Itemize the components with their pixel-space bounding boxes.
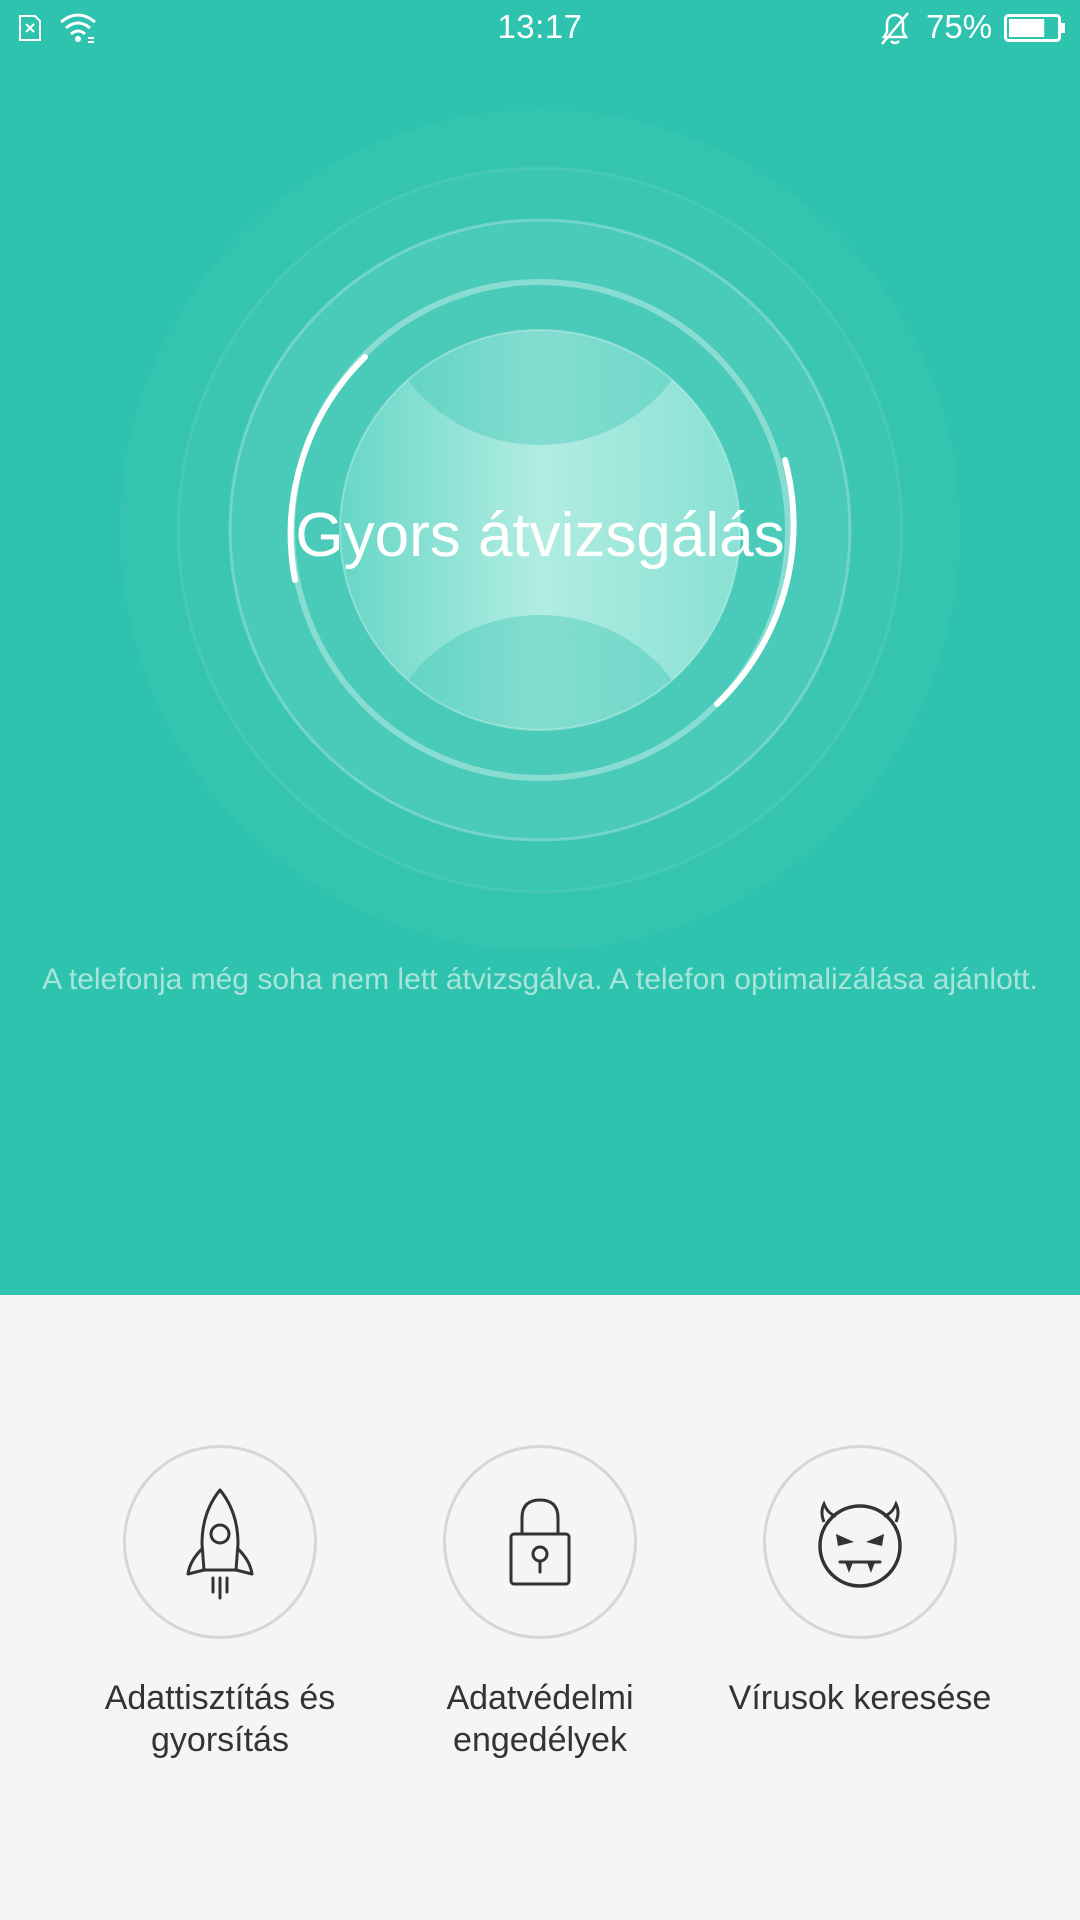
privacy-label-line1: Adatvédelmi [446,1679,634,1717]
privacy-permissions-button[interactable]: Adatvédelmi engedélyek [380,1445,700,1761]
privacy-icon-circle [443,1445,637,1639]
cleanup-label: Adattisztítás és gyorsítás [60,1677,380,1761]
privacy-label: Adatvédelmi engedélyek [380,1677,700,1761]
virus-label: Vírusok keresése [700,1677,1020,1719]
bell-muted-icon [881,12,909,45]
devil-face-icon [818,1500,902,1588]
cleanup-icon-circle [123,1445,317,1639]
scan-dial[interactable]: Gyors átvizsgálás [120,110,960,950]
status-bar: 13:17 75% [0,0,1080,56]
scan-hint-text: A telefonja még soha nem lett átvizsgálv… [42,963,1038,996]
privacy-label-line2: engedélyek [453,1721,627,1759]
virus-icon-circle [763,1445,957,1639]
battery-icon [1004,14,1065,42]
padlock-icon [509,1498,571,1586]
battery-percentage: 75% [926,8,993,45]
cleanup-label-line2: gyorsítás [151,1721,289,1759]
phone-manager-screen: 13:17 75% Gyors átvizsgálás A telefonja … [0,0,1080,1920]
virus-scan-button[interactable]: Vírusok keresése [700,1445,1020,1719]
feature-list: Adattisztítás és gyorsítás Adatvédelmi e… [0,1445,1080,1805]
quick-scan-button[interactable]: Gyors átvizsgálás [120,500,960,571]
virus-label-line1: Vírusok keresése [728,1679,992,1717]
cleanup-label-line1: Adattisztítás és [104,1679,336,1717]
rocket-icon [186,1488,254,1600]
status-clock: 13:17 [497,8,583,45]
cleanup-speedup-button[interactable]: Adattisztítás és gyorsítás [60,1445,380,1761]
scan-panel: 13:17 75% Gyors átvizsgálás A telefonja … [0,0,1080,1295]
